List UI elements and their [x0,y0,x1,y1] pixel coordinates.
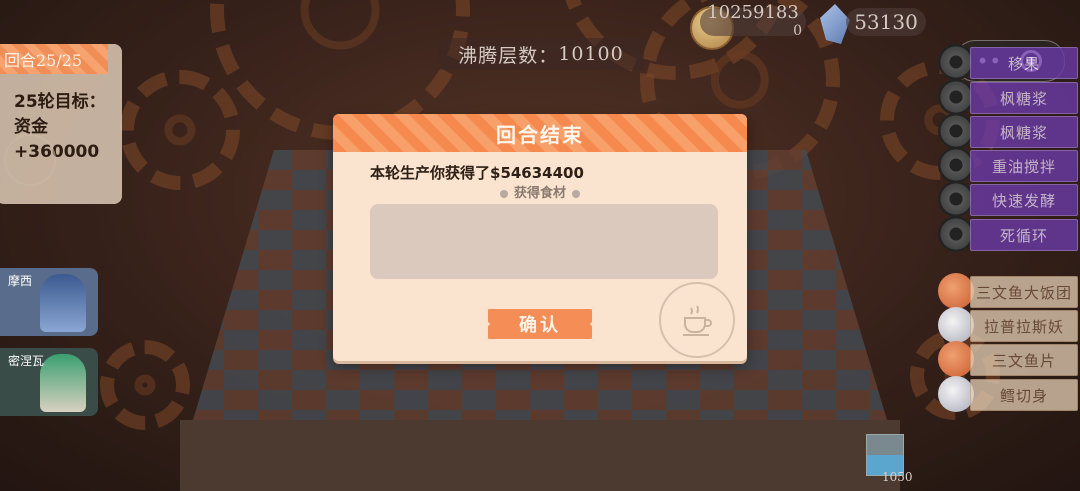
ingredient-label: 三文鱼片 [991,351,1056,370]
character-name: 密涅瓦 [8,354,45,368]
dialog-title: 回合结束 [496,122,584,147]
ingredient-label: 鳕切身 [999,386,1048,405]
white-food-icon [938,376,974,412]
round-end-dialog: 回合结束 本轮生产你获得了$54634400 获得食材 确认 [333,114,747,361]
character-name: 摩西 [8,274,33,288]
food-icon [938,273,974,309]
character-portrait [40,274,86,332]
ingredient-item[interactable]: 三文鱼大饭团 [970,276,1078,308]
white-food-icon [938,307,974,343]
boil-level-label: 沸腾层数： [458,44,559,67]
round-counter: 回合25/25 [0,44,108,74]
bullet-dot [572,189,580,198]
goal-title: 25轮目标： [14,92,106,112]
gold-counter: 10259183 0 [700,4,806,39]
gear-icon [938,216,974,252]
gear-icon [938,79,974,115]
ingredient-item[interactable]: 重油搅拌 [970,150,1078,182]
crystal-counter: 53130 [846,8,926,36]
boil-level-value: 10100 [558,43,624,65]
bullet-dot [499,189,508,198]
gear-icon [938,44,974,80]
ingredient-item[interactable]: 死循环 [970,219,1078,251]
character-card-minerva[interactable]: 密涅瓦 [0,348,98,416]
ingredient-item[interactable]: 移果 [970,47,1078,79]
ingredients-box [370,204,718,279]
ingredient-label: 枫糖浆 [999,89,1048,108]
ingredient-item[interactable]: 枫糖浆 [970,82,1078,114]
water-level-value: 1050 [882,470,913,484]
ingredient-label: 三文鱼大饭团 [975,283,1072,302]
dialog-header: 回合结束 [333,114,747,152]
ingredient-item[interactable]: 三文鱼片 [970,344,1078,376]
ingredient-item[interactable]: 拉普拉斯妖 [970,310,1078,342]
character-portrait [40,354,86,412]
ingredient-label: 死循环 [999,226,1048,245]
gear-icon [938,181,974,217]
confirm-button[interactable]: 确认 [486,307,594,341]
character-card-moses[interactable]: 摩西 [0,268,98,336]
ingredient-item[interactable]: 鳕切身 [970,379,1078,411]
gear-icon [938,147,974,183]
gold-sub-amount: 0 [793,23,802,39]
ingredient-item[interactable]: 枫糖浆 [970,116,1078,148]
ingredients-heading: 获得食材 [333,182,747,201]
ingredient-label: 拉普拉斯妖 [983,317,1064,336]
gear-icon [938,113,974,149]
ingredient-label: 重油搅拌 [991,157,1056,176]
ingredient-item[interactable]: 快速发酵 [970,184,1078,216]
crystal-amount: 53130 [854,10,918,34]
coffee-stamp-icon [659,282,735,358]
coffee-cup-icon [4,134,56,186]
earnings-text: 本轮生产你获得了$54634400 [370,164,584,182]
food-icon [938,341,974,377]
ingredient-label: 枫糖浆 [999,123,1048,142]
ingredient-label: 移果 [1007,54,1040,73]
boil-level-display: 沸腾层数： 10100 [438,38,644,70]
ingredients-heading-label: 获得食材 [513,186,566,201]
coffee-cup-icon [683,305,712,336]
gold-amount: 10259183 [707,2,799,23]
ingredient-label: 快速发酵 [991,191,1056,210]
